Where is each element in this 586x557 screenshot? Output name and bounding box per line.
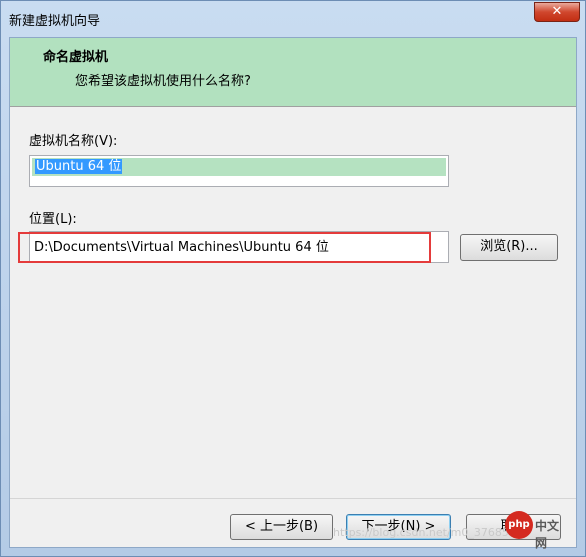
titlebar[interactable]: 新建虚拟机向导 ✕: [1, 1, 586, 37]
php-cn-logo: php 中文网: [505, 509, 569, 550]
header-title: 命名虚拟机: [43, 50, 109, 65]
header-panel: 命名虚拟机 您希望该虚拟机使用什么名称?: [10, 38, 576, 107]
wizard-window: 新建虚拟机向导 ✕ 命名虚拟机 您希望该虚拟机使用什么名称? 虚拟机名称(V):…: [0, 0, 586, 557]
footer-separator: [10, 498, 576, 499]
vm-name-selection: Ubuntu 64 位: [32, 158, 446, 176]
location-label: 位置(L):: [29, 212, 77, 227]
location-input[interactable]: D:\Documents\Virtual Machines\Ubuntu 64 …: [29, 231, 449, 263]
close-button[interactable]: ✕: [534, 2, 580, 22]
logo-text: 中文网: [535, 519, 560, 550]
watermark-text: https://blog.csdn.net/m0_37685419: [333, 526, 530, 539]
window-title: 新建虚拟机向导: [9, 14, 101, 29]
close-icon: ✕: [551, 4, 563, 19]
header-subtitle: 您希望该虚拟机使用什么名称?: [75, 74, 251, 89]
back-button[interactable]: < 上一步(B): [230, 514, 333, 540]
vm-name-input[interactable]: Ubuntu 64 位: [29, 155, 449, 187]
vm-name-value: Ubuntu 64 位: [35, 159, 123, 174]
client-area: 命名虚拟机 您希望该虚拟机使用什么名称? 虚拟机名称(V): Ubuntu 64…: [9, 37, 577, 548]
browse-button[interactable]: 浏览(R)...: [460, 234, 558, 261]
vm-name-label: 虚拟机名称(V):: [29, 134, 118, 149]
php-logo-icon: php: [505, 511, 533, 539]
location-value: D:\Documents\Virtual Machines\Ubuntu 64 …: [34, 240, 329, 255]
